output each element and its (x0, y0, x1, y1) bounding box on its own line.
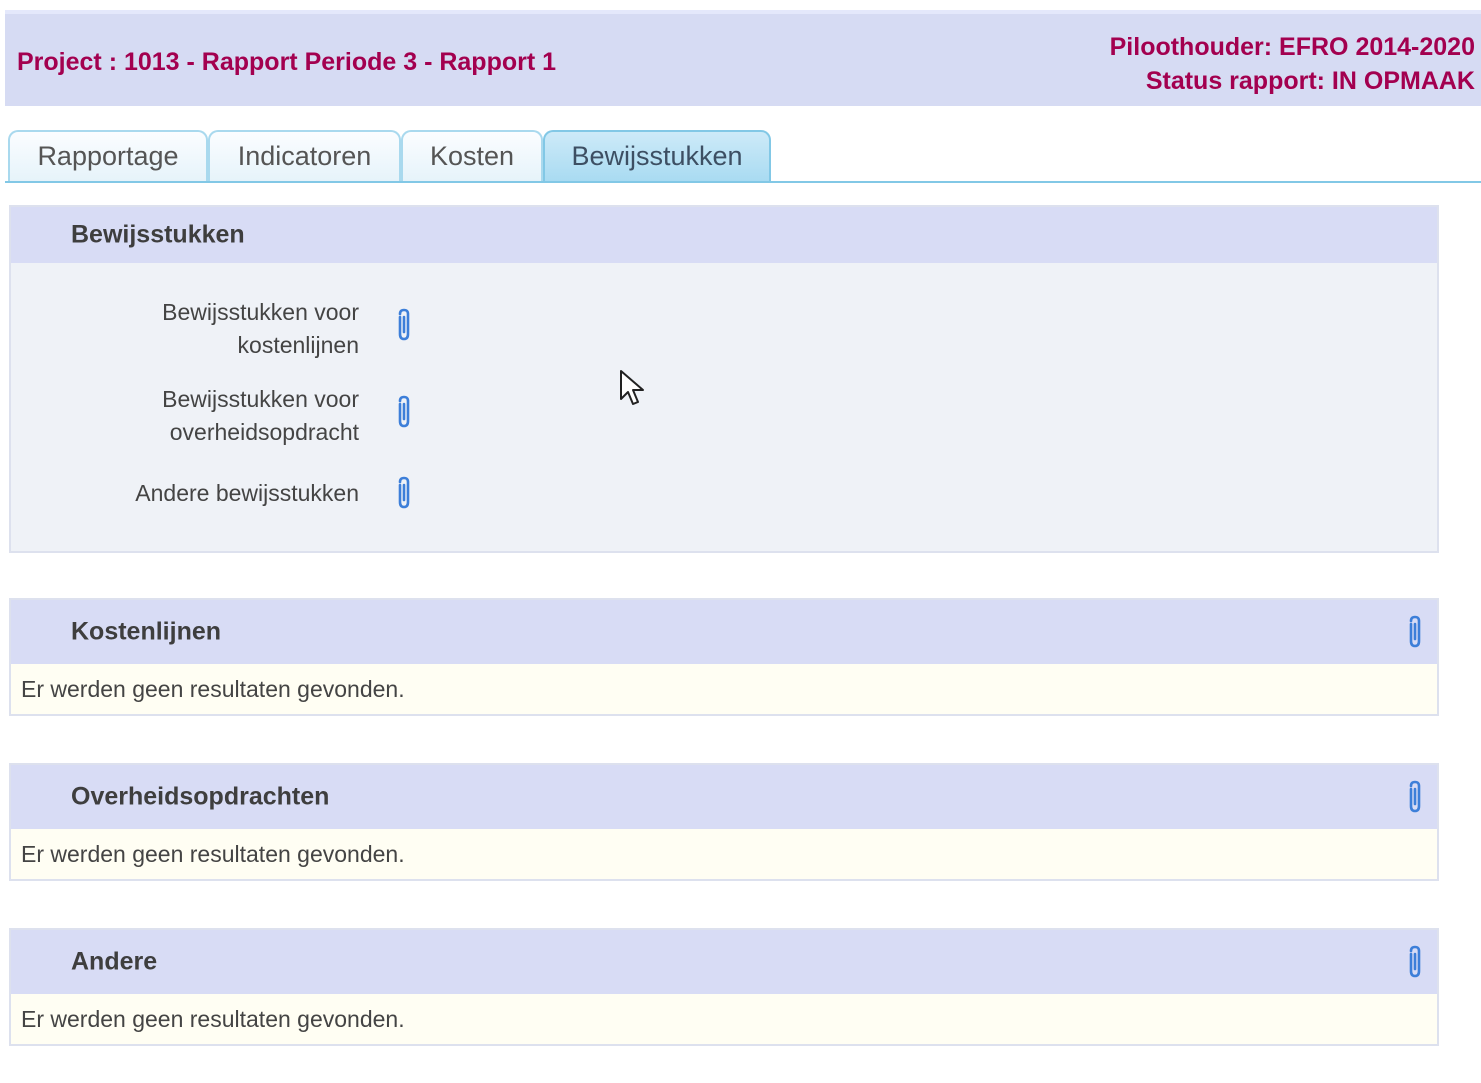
header-meta: Piloothouder: EFRO 2014-2020 Status rapp… (1110, 30, 1475, 98)
tab-indicatoren[interactable]: Indicatoren (208, 130, 401, 181)
andere-panel-title: Andere (71, 947, 158, 976)
doc-row-kostenlijnen: Bewijsstukken voor kostenlijnen (11, 296, 431, 362)
paperclip-icon[interactable] (394, 395, 414, 429)
doc-row-andere: Andere bewijsstukken (11, 476, 431, 517)
paperclip-icon[interactable] (394, 476, 414, 510)
andere-panel: Andere Er werden geen resultaten gevonde… (9, 928, 1439, 1046)
project-title: Project : 1013 - Rapport Periode 3 - Rap… (17, 48, 557, 76)
bewijsstukken-panel-body: Bewijsstukken voor kostenlijnen Bewijsst… (11, 263, 1437, 551)
overheidsopdrachten-panel: Overheidsopdrachten Er werden geen resul… (9, 763, 1439, 881)
overheidsopdrachten-panel-title: Overheidsopdrachten (71, 782, 330, 811)
bewijsstukken-panel-header: Bewijsstukken (11, 207, 1437, 263)
bewijsstukken-panel: Bewijsstukken Bewijsstukken voor kostenl… (9, 205, 1439, 553)
empty-results-message: Er werden geen resultaten gevonden. (11, 994, 1437, 1044)
kostenlijnen-panel-header: Kostenlijnen (11, 600, 1437, 664)
report-header: Project : 1013 - Rapport Periode 3 - Rap… (5, 10, 1481, 106)
doc-label-overheidsopdracht: Bewijsstukken voor overheidsopdracht (59, 383, 359, 449)
doc-label-line: overheidsopdracht (169, 419, 359, 445)
paperclip-icon[interactable] (1405, 615, 1425, 649)
tab-rapportage[interactable]: Rapportage (8, 130, 208, 181)
doc-label-line: kostenlijnen (237, 332, 359, 358)
piloothouder-label: Piloothouder: EFRO 2014-2020 (1109, 33, 1475, 61)
doc-row-overheidsopdracht: Bewijsstukken voor overheidsopdracht (11, 383, 431, 449)
doc-label-andere: Andere bewijsstukken (135, 480, 359, 506)
tab-kosten[interactable]: Kosten (401, 130, 543, 181)
overheidsopdrachten-panel-header: Overheidsopdrachten (11, 765, 1437, 829)
kostenlijnen-panel: Kostenlijnen Er werden geen resultaten g… (9, 598, 1439, 716)
paperclip-icon[interactable] (394, 308, 414, 342)
tab-bar: Rapportage Indicatoren Kosten Bewijsstuk… (5, 128, 1481, 183)
empty-results-message: Er werden geen resultaten gevonden. (11, 829, 1437, 879)
tab-bewijsstukken[interactable]: Bewijsstukken (543, 130, 771, 181)
mouse-pointer-icon (619, 369, 647, 414)
doc-label-kostenlijnen: Bewijsstukken voor kostenlijnen (59, 296, 359, 362)
empty-results-message: Er werden geen resultaten gevonden. (11, 664, 1437, 714)
status-label: Status rapport: IN OPMAAK (1145, 67, 1475, 95)
doc-label-line: Bewijsstukken voor (162, 386, 359, 412)
kostenlijnen-panel-title: Kostenlijnen (71, 617, 222, 646)
andere-panel-header: Andere (11, 930, 1437, 994)
bewijsstukken-panel-title: Bewijsstukken (71, 220, 245, 249)
paperclip-icon[interactable] (1405, 780, 1425, 814)
paperclip-icon[interactable] (1405, 945, 1425, 979)
doc-label-line: Bewijsstukken voor (162, 299, 359, 325)
